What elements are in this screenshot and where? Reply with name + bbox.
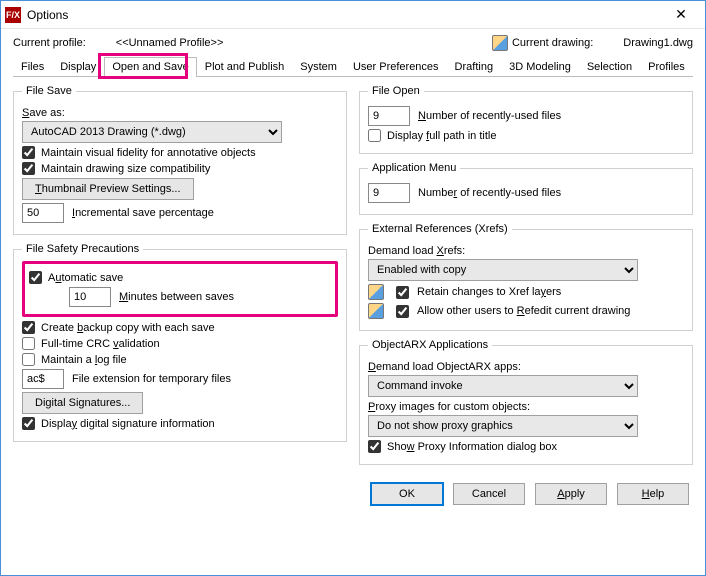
- app-icon: F/X: [5, 7, 21, 23]
- display-signature-row[interactable]: Display digital signature information: [22, 417, 338, 430]
- dialog-footer: OK Cancel Apply Help: [1, 473, 705, 515]
- thumbnail-preview-button[interactable]: Thumbnail Preview Settings...: [22, 178, 194, 200]
- objectarx-legend: ObjectARX Applications: [368, 339, 492, 351]
- file-safety-group: File Safety Precautions Automatic save M…: [13, 243, 347, 442]
- xrefs-group: External References (Xrefs) Demand load …: [359, 223, 693, 331]
- create-backup-checkbox[interactable]: [22, 321, 35, 334]
- minutes-between-saves-input[interactable]: [69, 287, 111, 307]
- current-profile-label: Current profile:: [13, 37, 86, 49]
- current-profile-name: <<Unnamed Profile>>: [116, 37, 224, 49]
- ok-button[interactable]: OK: [371, 483, 443, 505]
- demand-load-arx-select[interactable]: Command invoke: [368, 375, 638, 397]
- show-proxy-row[interactable]: Show Proxy Information dialog box: [368, 440, 684, 453]
- maintain-fidelity-checkbox[interactable]: [22, 146, 35, 159]
- digital-signatures-button[interactable]: Digital Signatures...: [22, 392, 143, 414]
- application-menu-group: Application Menu Number of recently-used…: [359, 162, 693, 215]
- full-path-row[interactable]: Display full path in title: [368, 129, 684, 142]
- maintain-size-label: Maintain drawing size compatibility: [41, 163, 210, 175]
- log-file-checkbox[interactable]: [22, 353, 35, 366]
- cancel-button[interactable]: Cancel: [453, 483, 525, 505]
- file-save-legend: File Save: [22, 85, 76, 97]
- right-column: File Open Number of recently-used files …: [359, 85, 693, 473]
- content-area: File Save Save as: AutoCAD 2013 Drawing …: [1, 77, 705, 473]
- log-file-row[interactable]: Maintain a log file: [22, 353, 338, 366]
- crc-row[interactable]: Full-time CRC validation: [22, 337, 338, 350]
- full-path-checkbox[interactable]: [368, 129, 381, 142]
- file-open-group: File Open Number of recently-used files …: [359, 85, 693, 154]
- file-open-recent-input[interactable]: [368, 106, 410, 126]
- demand-load-xrefs-select[interactable]: Enabled with copy: [368, 259, 638, 281]
- maintain-fidelity-label: Maintain visual fidelity for annotative …: [41, 147, 256, 159]
- crc-checkbox[interactable]: [22, 337, 35, 350]
- tab-plot-and-publish[interactable]: Plot and Publish: [197, 57, 293, 76]
- profile-row: Current profile: <<Unnamed Profile>> Cur…: [1, 29, 705, 53]
- incremental-save-input[interactable]: [22, 203, 64, 223]
- tab-selection[interactable]: Selection: [579, 57, 640, 76]
- save-as-select[interactable]: AutoCAD 2013 Drawing (*.dwg): [22, 121, 282, 143]
- show-proxy-checkbox[interactable]: [368, 440, 381, 453]
- tab-3d-modeling[interactable]: 3D Modeling: [501, 57, 579, 76]
- close-button[interactable]: ✕: [661, 6, 701, 23]
- maintain-size-checkbox[interactable]: [22, 162, 35, 175]
- apply-button[interactable]: Apply: [535, 483, 607, 505]
- xrefs-legend: External References (Xrefs): [368, 223, 512, 235]
- file-safety-legend: File Safety Precautions: [22, 243, 143, 255]
- title-bar: F/X Options ✕: [1, 1, 705, 29]
- window-title: Options: [27, 8, 661, 22]
- retain-xref-checkbox[interactable]: [396, 286, 409, 299]
- appmenu-recent-input[interactable]: [368, 183, 410, 203]
- objectarx-group: ObjectARX Applications Demand load Objec…: [359, 339, 693, 465]
- tab-profiles[interactable]: Profiles: [640, 57, 693, 76]
- left-column: File Save Save as: AutoCAD 2013 Drawing …: [13, 85, 347, 473]
- help-button[interactable]: Help: [617, 483, 689, 505]
- maintain-fidelity-row[interactable]: Maintain visual fidelity for annotative …: [22, 146, 338, 159]
- display-signature-checkbox[interactable]: [22, 417, 35, 430]
- drawing-icon: [368, 284, 384, 300]
- tab-system[interactable]: System: [292, 57, 345, 76]
- tab-open-and-save[interactable]: Open and Save: [104, 57, 196, 77]
- autosave-highlight: Automatic save Minutes between saves: [22, 261, 338, 317]
- tab-user-preferences[interactable]: User Preferences: [345, 57, 447, 76]
- application-menu-legend: Application Menu: [368, 162, 460, 174]
- tab-strip: Files Display Open and Save Plot and Pub…: [13, 57, 693, 77]
- temp-file-ext-input[interactable]: [22, 369, 64, 389]
- maintain-size-row[interactable]: Maintain drawing size compatibility: [22, 162, 338, 175]
- drawing-icon: [368, 303, 384, 319]
- drawing-icon: [492, 35, 508, 51]
- create-backup-row[interactable]: Create backup copy with each save: [22, 321, 338, 334]
- proxy-images-select[interactable]: Do not show proxy graphics: [368, 415, 638, 437]
- allow-refedit-checkbox[interactable]: [396, 305, 409, 318]
- file-open-legend: File Open: [368, 85, 424, 97]
- current-drawing-name: Drawing1.dwg: [623, 37, 693, 49]
- automatic-save-row[interactable]: Automatic save: [29, 271, 331, 284]
- current-drawing-label: Current drawing:: [512, 37, 593, 49]
- tab-files[interactable]: Files: [13, 57, 52, 76]
- file-save-group: File Save Save as: AutoCAD 2013 Drawing …: [13, 85, 347, 235]
- temp-file-ext-label: File extension for temporary files: [72, 373, 231, 385]
- tab-display[interactable]: Display: [52, 57, 104, 76]
- automatic-save-checkbox[interactable]: [29, 271, 42, 284]
- tab-drafting[interactable]: Drafting: [447, 57, 502, 76]
